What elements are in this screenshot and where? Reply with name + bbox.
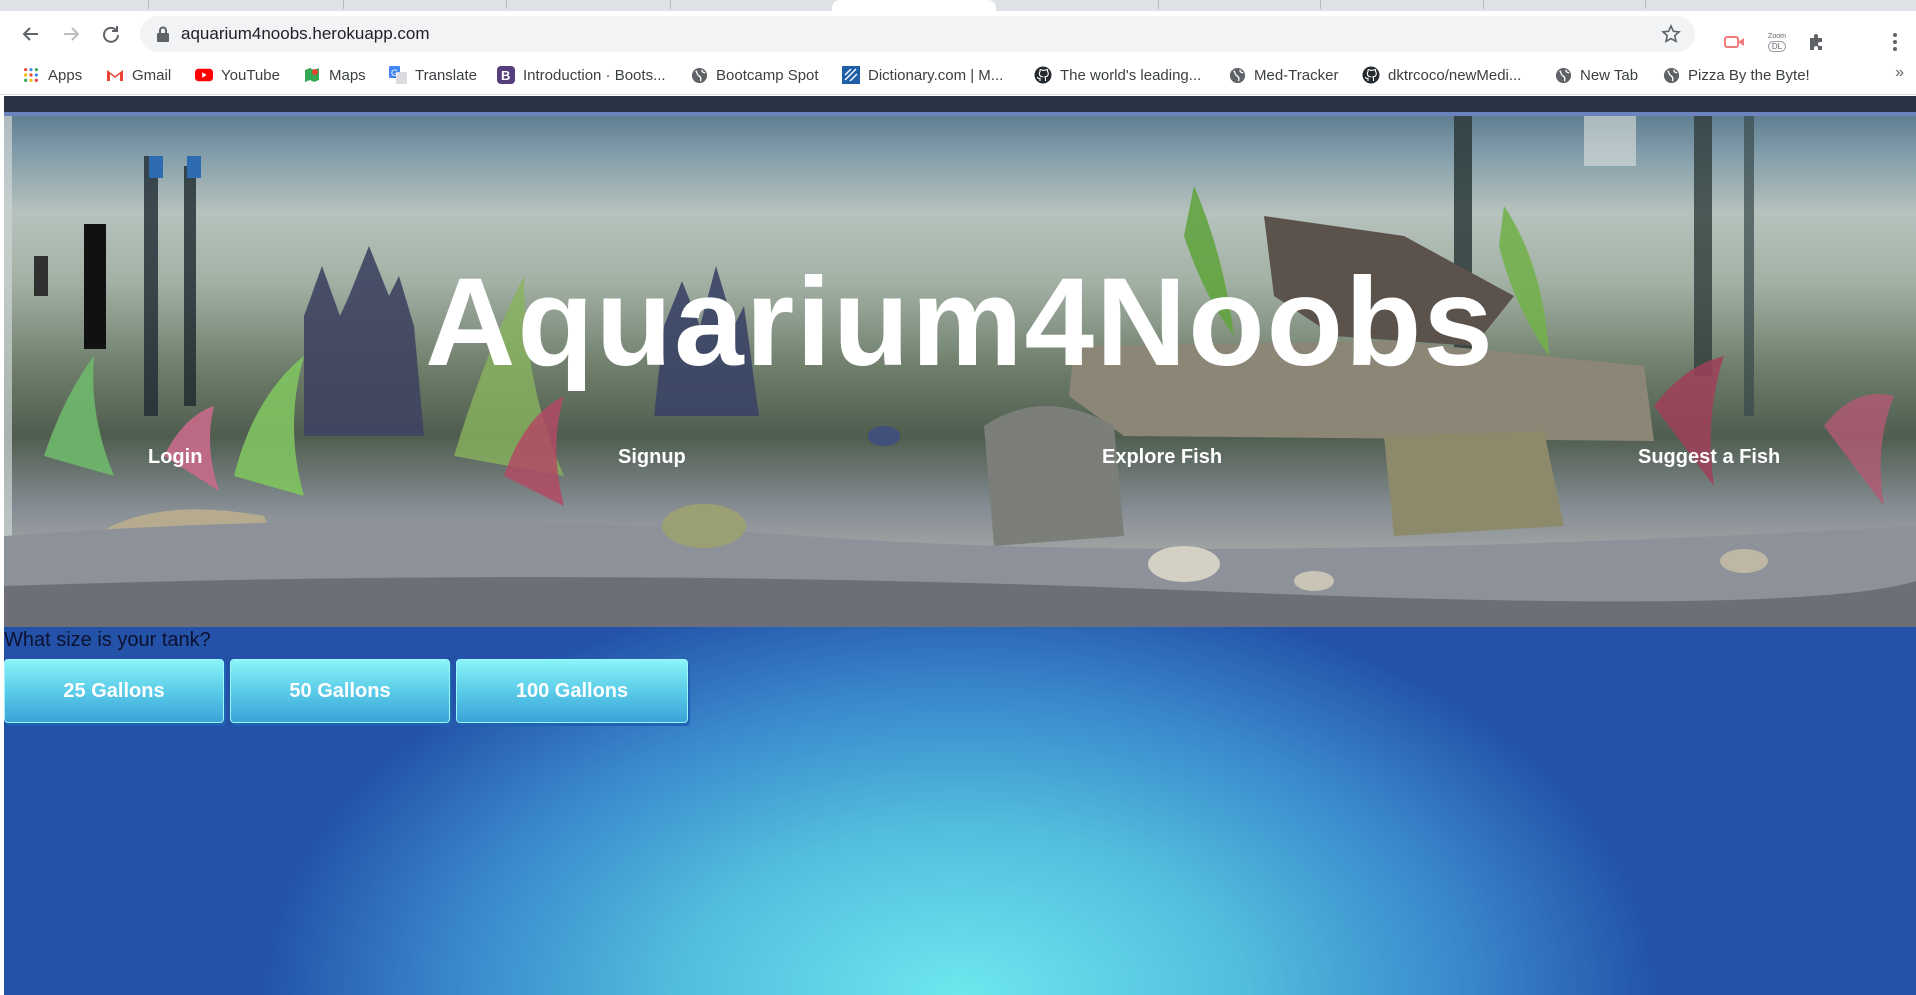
bookmark-label: Gmail	[132, 66, 172, 84]
site-title: Aquarium4Noobs	[425, 253, 1495, 392]
bookmark-med-tracker[interactable]: Med-Tracker	[1228, 63, 1338, 87]
size-100-gallons-button[interactable]: 100 Gallons	[456, 659, 688, 723]
bookmark-youtube[interactable]: YouTube	[195, 63, 280, 87]
hero-aquarium-banner: Aquarium4Noobs Login Signup Explore Fish…	[4, 96, 1916, 627]
browser-toolbar: aquarium4noobs.herokuapp.com Zoom DL	[0, 11, 1916, 56]
active-tab[interactable]	[832, 0, 996, 11]
apps-grid-icon	[22, 66, 40, 84]
explore-fish-link[interactable]: Explore Fish	[1102, 446, 1222, 469]
gmail-icon	[106, 66, 124, 84]
globe-icon	[1554, 66, 1572, 84]
lock-icon	[157, 26, 169, 42]
address-bar[interactable]: aquarium4noobs.herokuapp.com	[140, 16, 1695, 52]
video-record-icon	[1724, 36, 1744, 48]
tab-separator	[1483, 0, 1484, 9]
github-icon	[1362, 66, 1380, 84]
login-link[interactable]: Login	[148, 446, 202, 469]
github-icon	[1034, 66, 1052, 84]
kebab-menu-icon	[1893, 33, 1897, 51]
bookmark-github-1[interactable]: The world's leading...	[1034, 63, 1201, 87]
tab-separator	[670, 0, 671, 9]
bookmark-bootstrap[interactable]: B Introduction · Boots...	[497, 63, 666, 87]
extension-video-button[interactable]	[1722, 29, 1748, 55]
globe-icon	[1662, 66, 1680, 84]
page-body: Aquarium4Noobs Login Signup Explore Fish…	[0, 96, 1916, 995]
maps-icon	[303, 66, 321, 84]
reload-icon	[103, 26, 119, 43]
bookmark-pizza[interactable]: Pizza By the Byte!	[1662, 63, 1810, 87]
youtube-icon	[195, 66, 213, 84]
translate-icon: G	[389, 66, 407, 84]
bookmark-label: Introduction · Boots...	[523, 66, 666, 84]
reload-button[interactable]	[95, 18, 127, 50]
bookmark-github-2[interactable]: dktrcoco/newMedi...	[1362, 63, 1521, 87]
suggest-fish-link[interactable]: Suggest a Fish	[1638, 446, 1780, 469]
extension-zoom-button[interactable]: Zoom DL	[1764, 29, 1790, 55]
bookmark-label: Pizza By the Byte!	[1688, 66, 1810, 84]
zoom-ext-sub: DL	[1767, 41, 1787, 52]
signup-link[interactable]: Signup	[618, 446, 686, 469]
bookmark-translate[interactable]: G Translate	[389, 63, 477, 87]
forward-button[interactable]	[55, 18, 87, 50]
extensions-button[interactable]	[1804, 29, 1830, 55]
globe-icon	[1228, 66, 1246, 84]
dictionary-icon	[842, 66, 860, 84]
svg-text:B: B	[501, 68, 510, 83]
tab-separator	[1158, 0, 1159, 9]
bookmark-bootcamp-spot[interactable]: Bootcamp Spot	[690, 63, 819, 87]
size-25-gallons-button[interactable]: 25 Gallons	[4, 659, 224, 723]
tab-separator	[1645, 0, 1646, 9]
tab-strip	[0, 0, 1916, 11]
arrow-left-icon	[22, 27, 38, 41]
tab-separator	[506, 0, 507, 9]
bookmarks-bar: Apps Gmail YouTube Maps G Translate B In…	[0, 56, 1916, 95]
bookmark-label: Bootcamp Spot	[716, 66, 819, 84]
menu-button[interactable]	[1882, 29, 1908, 55]
bookmark-label: Dictionary.com | M...	[868, 66, 1004, 84]
tank-size-question: What size is your tank?	[4, 629, 211, 651]
url-text[interactable]: aquarium4noobs.herokuapp.com	[181, 24, 430, 44]
tab-separator	[148, 0, 149, 9]
bookmarks-overflow-button[interactable]: »	[1895, 64, 1904, 82]
tab-separator	[1320, 0, 1321, 9]
bookmark-label: Translate	[415, 66, 477, 84]
bookmark-label: YouTube	[221, 66, 280, 84]
puzzle-icon	[1810, 34, 1822, 50]
bookmark-star-icon[interactable]	[1661, 24, 1681, 44]
size-50-gallons-button[interactable]: 50 Gallons	[230, 659, 450, 723]
arrow-right-icon	[64, 27, 80, 41]
svg-text:G: G	[391, 68, 398, 78]
bookmark-label: Maps	[329, 66, 366, 84]
bookmark-dictionary[interactable]: Dictionary.com | M...	[842, 63, 1003, 87]
bookmark-label: Apps	[48, 66, 83, 84]
globe-icon	[690, 66, 708, 84]
back-button[interactable]	[15, 18, 47, 50]
bookmark-label: dktrcoco/newMedi...	[1388, 66, 1522, 84]
bookmark-label: The world's leading...	[1060, 66, 1202, 84]
bookmark-gmail[interactable]: Gmail	[106, 63, 171, 87]
zoom-ext-label: Zoom	[1768, 33, 1786, 40]
bookmark-apps[interactable]: Apps	[22, 63, 82, 87]
bookmark-new-tab[interactable]: New Tab	[1554, 63, 1638, 87]
bootstrap-icon: B	[497, 66, 515, 84]
tab-separator	[343, 0, 344, 9]
bookmark-label: Med-Tracker	[1254, 66, 1339, 84]
bookmark-label: New Tab	[1580, 66, 1639, 84]
bookmark-maps[interactable]: Maps	[303, 63, 366, 87]
